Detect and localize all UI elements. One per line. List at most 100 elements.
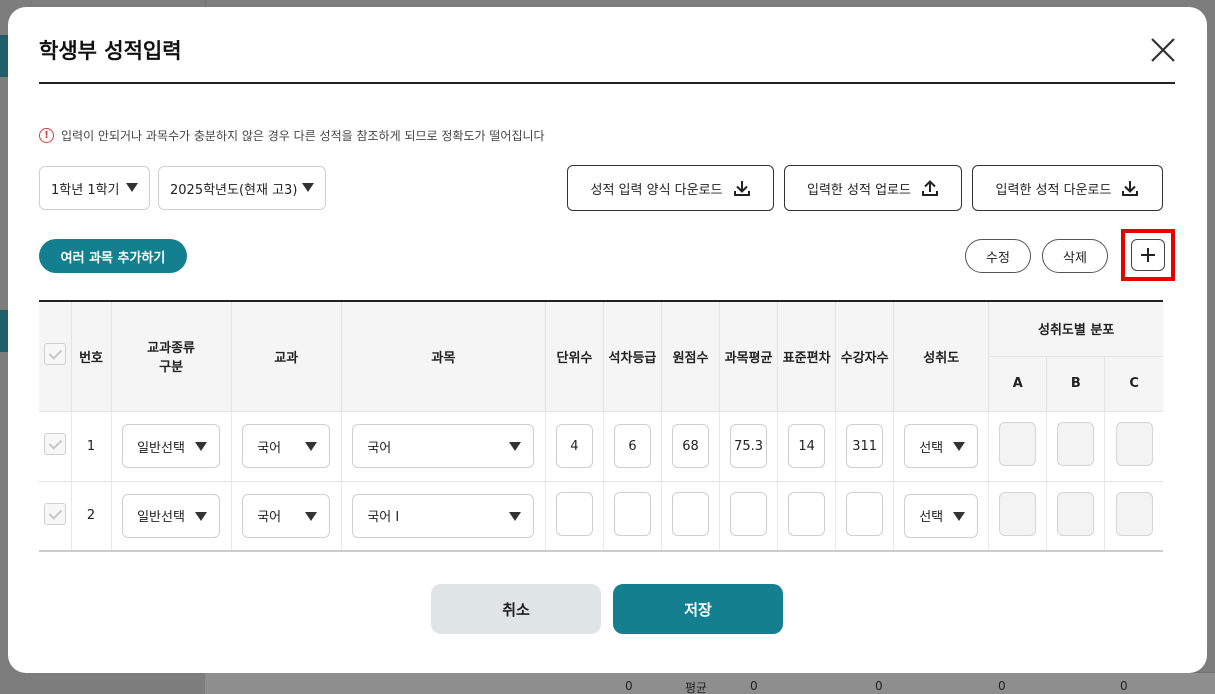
subject-select[interactable]: 국어 I <box>352 493 535 538</box>
dist-b-input[interactable] <box>1057 422 1095 466</box>
delete-button[interactable]: 삭제 <box>1042 239 1108 273</box>
add-row-button[interactable] <box>1131 239 1165 271</box>
notice: ! 입력이 안되거나 과목수가 충분하지 않은 경우 다른 성적을 참조하게 되… <box>39 127 545 144</box>
subject-avg-input[interactable] <box>730 491 768 536</box>
header-achievement: 성취도 <box>893 300 990 412</box>
save-button[interactable]: 저장 <box>613 584 783 634</box>
select-all-checkbox[interactable] <box>43 343 66 366</box>
cancel-button[interactable]: 취소 <box>431 584 601 634</box>
header-std-dev: 표준편차 <box>777 300 837 412</box>
upload-scores-button[interactable]: 입력한 성적 업로드 <box>784 165 962 211</box>
dropdown-arrow-icon <box>302 183 314 192</box>
background-zero: 0 <box>875 679 883 693</box>
type-select-value: 일반선택 <box>137 510 185 526</box>
achievement-value: 선택 <box>919 440 944 456</box>
header-type: 교과종류구분 <box>111 300 232 412</box>
header-select-all <box>39 300 72 412</box>
modal-title: 학생부 성적입력 <box>39 39 182 63</box>
background-footer-row: 평균 0 0 0 0 0 <box>205 672 1215 694</box>
header-no: 번호 <box>71 300 112 412</box>
subject-avg-input[interactable]: 75.3 <box>730 424 768 468</box>
background-sidebar-accent <box>0 310 8 352</box>
background-zero: 0 <box>1120 679 1128 693</box>
download-template-button[interactable]: 성적 입력 양식 다운로드 <box>567 165 774 211</box>
subject-group-select[interactable]: 국어 <box>242 493 331 538</box>
header-distribution: 성취도별 분포 <box>988 300 1163 357</box>
dropdown-arrow-icon <box>953 442 966 451</box>
year-select[interactable]: 2025학년도(현재 고3) <box>158 166 326 210</box>
dist-a-input[interactable] <box>999 422 1037 466</box>
background-zero: 0 <box>750 679 758 693</box>
raw-score-input[interactable] <box>672 491 710 536</box>
header-units: 단위수 <box>545 300 604 412</box>
dist-c-input[interactable] <box>1115 422 1153 466</box>
header-rank-grade: 석차등급 <box>603 300 663 412</box>
header-dist-c: C <box>1104 356 1163 412</box>
dropdown-arrow-icon <box>305 442 318 451</box>
dist-a-input[interactable] <box>999 491 1037 536</box>
header-type-line2: 구분 <box>159 360 184 376</box>
students-input[interactable]: 311 <box>846 424 884 468</box>
dist-b-input[interactable] <box>1057 491 1095 536</box>
warning-icon: ! <box>39 128 54 143</box>
std-dev-input[interactable]: 14 <box>788 424 826 468</box>
std-dev-input[interactable] <box>788 491 826 536</box>
achievement-value: 선택 <box>919 510 944 526</box>
background-avg-label: 평균 <box>685 681 708 694</box>
download-scores-button[interactable]: 입력한 성적 다운로드 <box>972 165 1163 211</box>
close-icon <box>1151 38 1175 62</box>
background-sidebar-accent <box>0 35 8 77</box>
score-table: 번호 교과종류 구분 교과 과목 단위수 석차등급 원점수 과목평균 표준편차 수… <box>39 300 1163 552</box>
semester-select[interactable]: 1학년 1학기 <box>39 166 150 210</box>
raw-score-input[interactable]: 68 <box>672 424 710 468</box>
units-input[interactable] <box>555 491 593 536</box>
dropdown-arrow-icon <box>195 442 208 451</box>
background-zero: 0 <box>998 679 1006 693</box>
table-row: 2 일반선택 국어 국어 I 선택 <box>39 481 1163 552</box>
header-students: 수강자수 <box>835 300 895 412</box>
background-zero: 0 <box>625 679 633 693</box>
type-select[interactable]: 일반선택 <box>122 493 221 538</box>
download-icon <box>733 181 750 196</box>
header-raw-score: 원점수 <box>661 300 721 412</box>
rank-grade-input[interactable] <box>613 491 651 536</box>
upload-icon <box>921 180 938 196</box>
edit-button[interactable]: 수정 <box>965 239 1031 273</box>
header-dist-b: B <box>1046 356 1106 412</box>
achievement-select[interactable]: 선택 <box>904 493 979 538</box>
upload-scores-label: 입력한 성적 업로드 <box>807 182 911 198</box>
add-multiple-subjects-button[interactable]: 여러 과목 추가하기 <box>39 239 187 273</box>
units-input[interactable]: 4 <box>555 424 593 468</box>
download-scores-label: 입력한 성적 다운로드 <box>995 182 1112 198</box>
header-type-line1: 교과종류 <box>147 341 196 357</box>
subject-group-value: 국어 <box>257 510 282 526</box>
type-select[interactable]: 일반선택 <box>122 424 221 468</box>
subject-value: 국어 <box>367 440 392 456</box>
dropdown-arrow-icon <box>195 511 208 521</box>
dropdown-arrow-icon <box>126 183 138 192</box>
subject-group-value: 국어 <box>257 440 282 456</box>
rank-grade-input[interactable]: 6 <box>613 424 651 468</box>
row-no: 1 <box>71 411 112 482</box>
close-button[interactable] <box>1148 35 1178 65</box>
type-select-value: 일반선택 <box>137 440 185 456</box>
title-divider <box>39 82 1175 84</box>
row-checkbox[interactable] <box>43 502 66 525</box>
achievement-select[interactable]: 선택 <box>904 424 979 468</box>
download-icon <box>1122 181 1139 196</box>
header-dist-a: A <box>988 356 1048 412</box>
download-template-label: 성적 입력 양식 다운로드 <box>590 182 723 198</box>
subject-value: 국어 I <box>367 510 400 526</box>
dropdown-arrow-icon <box>509 511 522 521</box>
dist-c-input[interactable] <box>1115 491 1153 536</box>
students-input[interactable] <box>846 491 884 536</box>
score-input-modal: 학생부 성적입력 ! 입력이 안되거나 과목수가 충분하지 않은 경우 다른 성… <box>8 7 1207 673</box>
row-checkbox[interactable] <box>43 433 66 455</box>
subject-select[interactable]: 국어 <box>352 424 535 468</box>
dropdown-arrow-icon <box>305 511 318 521</box>
semester-select-value: 1학년 1학기 <box>51 182 120 198</box>
header-subject: 과목 <box>341 300 546 412</box>
subject-group-select[interactable]: 국어 <box>242 424 331 468</box>
dropdown-arrow-icon <box>953 511 966 521</box>
dropdown-arrow-icon <box>509 442 522 451</box>
